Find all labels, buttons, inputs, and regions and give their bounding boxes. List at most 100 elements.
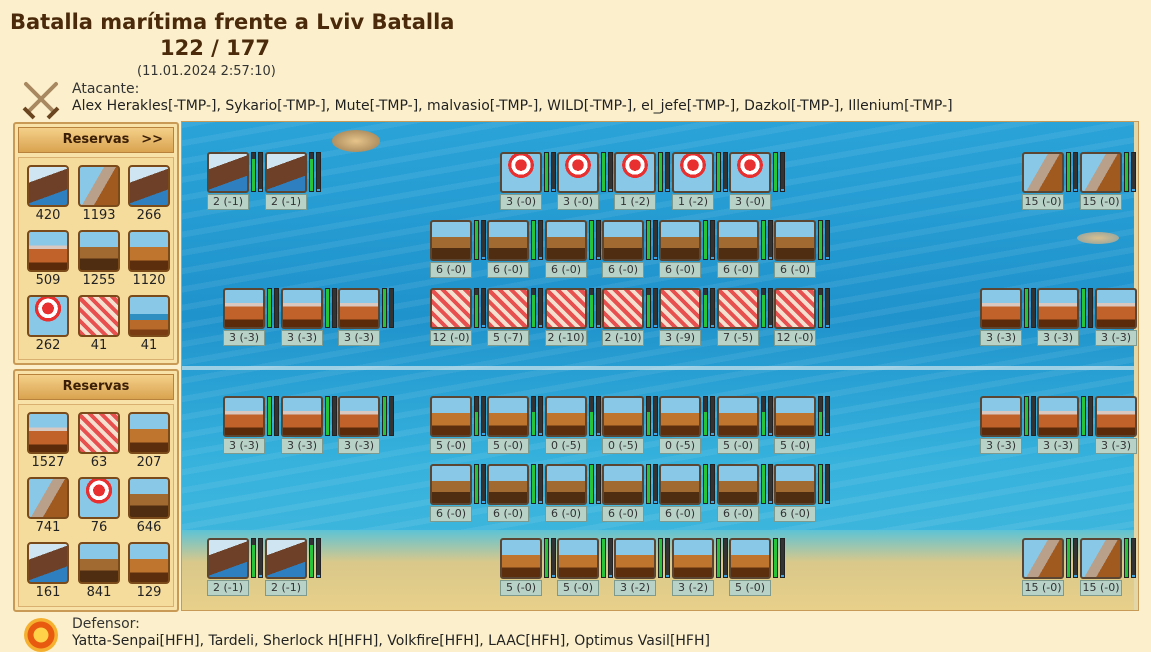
flame-unit-icon bbox=[1095, 288, 1137, 329]
battle-unit[interactable]: 15 (-0) bbox=[1022, 152, 1082, 212]
reserve-unit-slot[interactable]: 1193 bbox=[77, 165, 121, 225]
reserve-unit-slot[interactable]: 161 bbox=[26, 542, 70, 602]
reserve-unit-slot[interactable]: 1527 bbox=[26, 412, 70, 472]
battle-unit[interactable]: 5 (-0) bbox=[500, 538, 560, 598]
battle-unit[interactable]: 6 (-0) bbox=[430, 220, 490, 280]
battle-unit[interactable]: 5 (-0) bbox=[717, 396, 777, 456]
battle-unit[interactable]: 6 (-0) bbox=[602, 220, 662, 280]
battle-unit[interactable]: 3 (-3) bbox=[223, 396, 283, 456]
battle-unit[interactable]: 3 (-3) bbox=[223, 288, 283, 348]
reserve-unit-slot[interactable]: 266 bbox=[127, 165, 171, 225]
unit-count-label: 6 (-0) bbox=[545, 506, 587, 522]
reserves-title: Reservas bbox=[62, 379, 130, 394]
battle-unit[interactable]: 6 (-0) bbox=[717, 464, 777, 524]
ammo-bar bbox=[596, 220, 601, 260]
battle-unit[interactable]: 3 (-3) bbox=[281, 288, 341, 348]
battle-unit[interactable]: 3 (-3) bbox=[281, 396, 341, 456]
mortar-unit-icon bbox=[500, 152, 542, 193]
unit-count-label: 6 (-0) bbox=[774, 506, 816, 522]
battle-unit[interactable]: 0 (-5) bbox=[545, 396, 605, 456]
battle-unit[interactable]: 3 (-3) bbox=[1037, 288, 1097, 348]
battle-unit[interactable]: 3 (-9) bbox=[659, 288, 719, 348]
battle-unit[interactable]: 3 (-3) bbox=[1095, 396, 1138, 456]
battle-unit[interactable]: 5 (-0) bbox=[557, 538, 617, 598]
battle-unit[interactable]: 15 (-0) bbox=[1080, 538, 1138, 598]
battle-unit[interactable]: 3 (-3) bbox=[338, 288, 398, 348]
ammo-bar bbox=[332, 288, 337, 328]
reserve-unit-slot[interactable]: 63 bbox=[77, 412, 121, 472]
flame-unit-icon bbox=[27, 412, 69, 454]
battle-unit[interactable]: 1 (-2) bbox=[614, 152, 674, 212]
battle-unit[interactable]: 2 (-10) bbox=[545, 288, 605, 348]
reserve-unit-slot[interactable]: 509 bbox=[26, 230, 70, 290]
battle-unit[interactable]: 6 (-0) bbox=[717, 220, 777, 280]
unit-count-label: 5 (-0) bbox=[430, 438, 472, 454]
reserve-unit-slot[interactable]: 646 bbox=[127, 477, 171, 537]
battle-unit[interactable]: 15 (-0) bbox=[1080, 152, 1138, 212]
battle-unit[interactable]: 6 (-0) bbox=[602, 464, 662, 524]
battle-unit[interactable]: 5 (-0) bbox=[729, 538, 789, 598]
battle-unit[interactable]: 3 (-3) bbox=[338, 396, 398, 456]
reserve-unit-slot[interactable]: 76 bbox=[77, 477, 121, 537]
battle-unit[interactable]: 2 (-1) bbox=[207, 538, 267, 598]
reserve-unit-slot[interactable]: 841 bbox=[77, 542, 121, 602]
ammo-bar bbox=[596, 464, 601, 504]
battle-unit[interactable]: 5 (-0) bbox=[487, 396, 547, 456]
battle-unit[interactable]: 3 (-0) bbox=[557, 152, 617, 212]
battle-unit[interactable]: 3 (-3) bbox=[1037, 396, 1097, 456]
battle-unit[interactable]: 1 (-2) bbox=[672, 152, 732, 212]
battle-unit[interactable]: 6 (-0) bbox=[774, 220, 834, 280]
battle-unit[interactable]: 3 (-3) bbox=[980, 288, 1040, 348]
battle-unit[interactable]: 6 (-0) bbox=[659, 464, 719, 524]
reserve-unit-slot[interactable]: 1255 bbox=[77, 230, 121, 290]
paddle-unit-icon bbox=[545, 464, 587, 505]
battle-unit[interactable]: 3 (-3) bbox=[980, 396, 1040, 456]
reserve-unit-slot[interactable]: 420 bbox=[26, 165, 70, 225]
battle-unit[interactable]: 5 (-0) bbox=[774, 396, 834, 456]
unit-count-label: 5 (-0) bbox=[729, 580, 771, 596]
battle-unit[interactable]: 3 (-2) bbox=[614, 538, 674, 598]
battle-unit[interactable]: 6 (-0) bbox=[487, 464, 547, 524]
battle-unit[interactable]: 5 (-0) bbox=[430, 396, 490, 456]
battle-unit[interactable]: 12 (-0) bbox=[774, 288, 834, 348]
reserve-unit-slot[interactable]: 129 bbox=[127, 542, 171, 602]
battle-unit[interactable]: 0 (-5) bbox=[602, 396, 662, 456]
battle-unit[interactable]: 0 (-5) bbox=[659, 396, 719, 456]
battle-unit[interactable]: 6 (-0) bbox=[487, 220, 547, 280]
battle-unit[interactable]: 3 (-3) bbox=[1095, 288, 1138, 348]
unit-count-label: 5 (-0) bbox=[557, 580, 599, 596]
unit-count-label: 6 (-0) bbox=[430, 262, 472, 278]
battle-unit[interactable]: 12 (-0) bbox=[430, 288, 490, 348]
battle-unit[interactable]: 2 (-1) bbox=[207, 152, 267, 212]
reserve-unit-slot[interactable]: 262 bbox=[26, 295, 70, 355]
battle-unit[interactable]: 2 (-1) bbox=[265, 538, 325, 598]
battle-unit[interactable]: 6 (-0) bbox=[774, 464, 834, 524]
reserves-expand-button[interactable]: >> bbox=[141, 128, 163, 152]
battle-unit[interactable]: 2 (-10) bbox=[602, 288, 662, 348]
unit-count-label: 6 (-0) bbox=[430, 506, 472, 522]
battle-unit[interactable]: 6 (-0) bbox=[659, 220, 719, 280]
battle-unit[interactable]: 3 (-0) bbox=[500, 152, 560, 212]
reserve-unit-slot[interactable]: 207 bbox=[127, 412, 171, 472]
attacker-label: Atacante: bbox=[72, 81, 140, 97]
reserve-unit-slot[interactable]: 41 bbox=[127, 295, 171, 355]
reserve-unit-slot[interactable]: 741 bbox=[26, 477, 70, 537]
battle-unit[interactable]: 5 (-7) bbox=[487, 288, 547, 348]
battle-datetime: (11.01.2024 2:57:10) bbox=[137, 64, 276, 79]
battle-unit[interactable]: 15 (-0) bbox=[1022, 538, 1082, 598]
battle-unit[interactable]: 6 (-0) bbox=[545, 220, 605, 280]
battle-unit[interactable]: 3 (-2) bbox=[672, 538, 732, 598]
health-bar bbox=[531, 396, 536, 436]
steam-unit-icon bbox=[27, 165, 69, 207]
ammo-bar bbox=[768, 220, 773, 260]
reserve-unit-count: 1255 bbox=[82, 273, 116, 288]
battle-unit[interactable]: 6 (-0) bbox=[545, 464, 605, 524]
battle-unit[interactable]: 7 (-5) bbox=[717, 288, 777, 348]
ammo-bar bbox=[332, 396, 337, 436]
battle-unit[interactable]: 6 (-0) bbox=[430, 464, 490, 524]
reserve-unit-slot[interactable]: 41 bbox=[77, 295, 121, 355]
battle-unit[interactable]: 2 (-1) bbox=[265, 152, 325, 212]
reserve-unit-slot[interactable]: 1120 bbox=[127, 230, 171, 290]
battle-unit[interactable]: 3 (-0) bbox=[729, 152, 789, 212]
unit-count-label: 3 (-2) bbox=[614, 580, 656, 596]
